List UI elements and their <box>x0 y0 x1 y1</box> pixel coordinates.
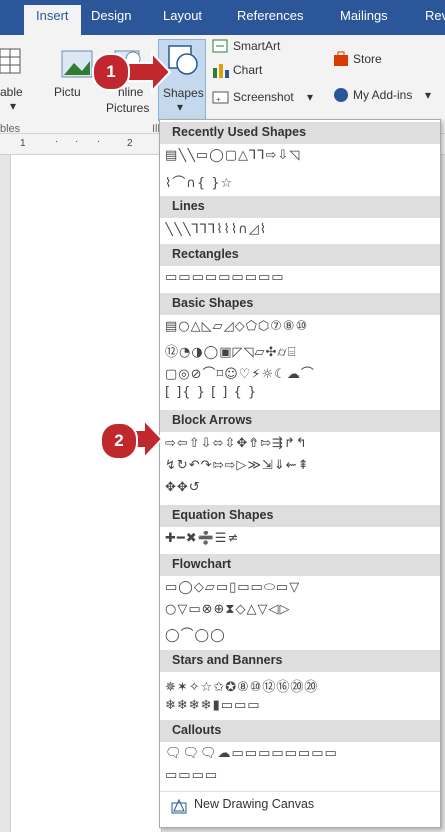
shape-row[interactable]: ❄❄❄❄▮▭▭▭ <box>165 698 440 718</box>
shapes-dropdown-icon: ▾ <box>177 100 184 114</box>
shapes-gallery-dropdown: Recently Used Shapes ▤╲╲▭◯▢△⅂⅂⇨⇩◹ ⌇⌒∩{ }… <box>159 119 441 828</box>
ruler-tick: · <box>97 136 101 147</box>
chart-button[interactable]: Chart <box>233 63 262 77</box>
section-header-rectangles: Rectangles <box>160 244 440 266</box>
callout-badge-1: 1 <box>92 53 130 91</box>
shape-row[interactable]: ▭◯◇▱▭▯▭▭⬭▭▽ <box>165 580 440 600</box>
tab-layout[interactable]: Layout <box>163 8 202 23</box>
ribbon-tab-bar: Insert Design Layout References Mailings… <box>0 0 445 35</box>
shape-row[interactable]: ▭▭▭▭▭▭▭▭▭ <box>165 270 440 290</box>
section-header-basic-shapes: Basic Shapes <box>160 293 440 315</box>
ruler-tick: · <box>55 136 59 147</box>
section-header-stars-and-banners: Stars and Banners <box>160 650 440 672</box>
pictures-button[interactable]: Pictu <box>54 85 81 99</box>
shape-row[interactable]: ⇨⇦⇧⇩⬄⇳✥⇮⇰⇶↱↰ <box>165 436 440 456</box>
shape-row[interactable]: ▤╲╲▭◯▢△⅂⅂⇨⇩◹ <box>165 148 440 168</box>
online-pictures-label: Pictures <box>106 101 150 115</box>
shape-row[interactable]: [ ]{ } [ ] { } <box>165 385 440 405</box>
shape-row[interactable]: ╲╲╲⅂⅂⅂⌇⌇⌇∩◿⌇ <box>165 222 440 242</box>
pictures-icon <box>61 50 93 78</box>
shape-row[interactable]: 🗨🗨🗨☁▭▭▭▭▭▭▭▭ <box>165 746 440 766</box>
ruler-tick: · <box>75 136 79 147</box>
menu-divider <box>160 791 440 792</box>
shape-row[interactable]: ⑫◔◑◯▣◸◹▱✣⌭⌸ <box>165 341 440 361</box>
section-header-equation-shapes: Equation Shapes <box>160 505 440 527</box>
shape-row[interactable]: ⌇⌒∩{ }☆ <box>165 172 440 192</box>
table-dropdown-icon[interactable]: ▾ <box>10 99 16 113</box>
tab-review[interactable]: Rev <box>425 8 445 23</box>
store-button[interactable]: Store <box>353 52 382 66</box>
ruler-number: 1 <box>20 138 26 149</box>
smartart-button[interactable]: SmartArt <box>233 39 280 53</box>
section-header-block-arrows: Block Arrows <box>160 410 440 432</box>
shape-row[interactable]: ↯↻↶↷⇰⇨▷≫⇲⇓⇜⇞ <box>165 458 440 478</box>
section-header-flowchart: Flowchart <box>160 554 440 576</box>
ruler-number: 2 <box>127 138 133 149</box>
shape-row[interactable]: ✥✥↺ <box>165 480 440 500</box>
my-add-ins-dropdown-icon[interactable]: ▾ <box>425 88 431 102</box>
tab-insert[interactable]: Insert <box>24 5 81 35</box>
shape-row[interactable]: ▢◎⊘⌒⌑☺♡⚡☼☾☁⌒ <box>165 363 440 383</box>
screenshot-icon: + <box>212 91 229 104</box>
shape-row[interactable]: ✵✶✧☆✩✪⑧⑩⑫⑯⑳⑳ <box>165 676 440 696</box>
my-add-ins-icon <box>334 88 348 102</box>
document-page[interactable] <box>10 155 162 832</box>
shape-row[interactable]: ○▽▭⊗⊕⧗◇△▽◁▷ <box>165 602 440 622</box>
callout-badge-2: 2 <box>100 422 138 460</box>
table-icon <box>0 48 21 74</box>
smartart-icon <box>212 39 228 53</box>
tab-mailings[interactable]: Mailings <box>340 8 388 23</box>
shape-row[interactable]: ▤○△◺▱◿◇⬠⬡⑦⑧⑩ <box>165 319 440 339</box>
chart-icon <box>213 64 229 78</box>
section-header-lines: Lines <box>160 196 440 218</box>
my-add-ins-button[interactable]: My Add-ins <box>353 88 412 102</box>
section-header-recently-used: Recently Used Shapes <box>160 122 440 144</box>
table-button[interactable]: able <box>0 85 23 99</box>
tab-references[interactable]: References <box>237 8 303 23</box>
shape-row[interactable]: ◯⌒◯◯ <box>165 624 440 644</box>
screenshot-button[interactable]: Screenshot <box>233 90 294 104</box>
shape-row[interactable]: ✚━✖➗☰≠ <box>165 531 440 551</box>
section-header-callouts: Callouts <box>160 720 440 742</box>
screenshot-dropdown-icon[interactable]: ▾ <box>307 90 313 104</box>
shape-row[interactable]: ▭▭▭▭ <box>165 768 440 788</box>
store-icon <box>334 51 348 66</box>
tab-design[interactable]: Design <box>91 8 131 23</box>
svg-text:+: + <box>216 95 221 104</box>
new-drawing-canvas-item[interactable]: New Drawing Canvas <box>160 793 440 817</box>
